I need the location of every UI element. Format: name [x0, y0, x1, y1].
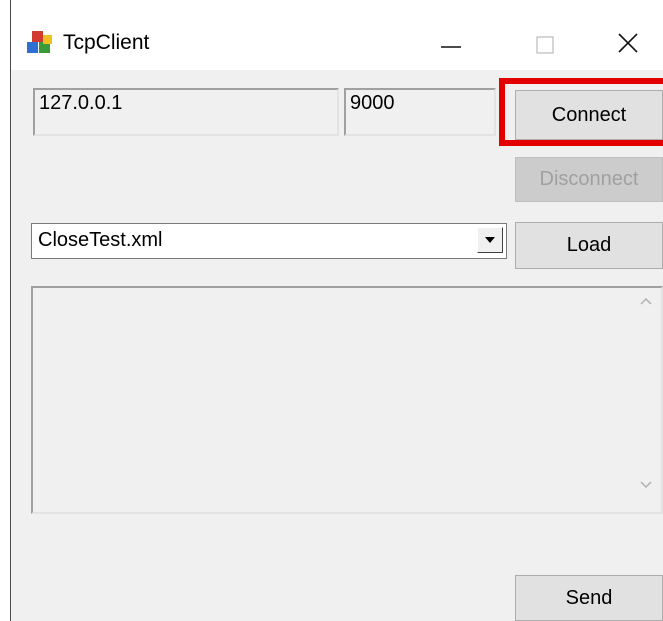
chevron-down-icon	[640, 481, 652, 489]
ip-address-field[interactable]: 127.0.0.1	[33, 88, 339, 136]
load-button-label: Load	[566, 234, 612, 256]
maximize-button[interactable]	[516, 16, 576, 70]
send-button[interactable]: Send	[515, 575, 663, 621]
scroll-down-button[interactable]	[631, 480, 661, 504]
close-button[interactable]	[598, 16, 658, 70]
file-select[interactable]: CloseTest.xml	[31, 223, 507, 259]
window-title: TcpClient	[63, 31, 150, 54]
disconnect-button[interactable]: Disconnect	[515, 157, 663, 202]
dropdown-arrow-button[interactable]	[477, 227, 503, 253]
chevron-down-icon	[485, 237, 495, 243]
vertical-scrollbar[interactable]	[631, 288, 661, 512]
minimize-icon	[441, 46, 461, 48]
port-field[interactable]: 9000	[344, 88, 496, 136]
message-textarea[interactable]	[31, 286, 663, 514]
application-icon	[25, 30, 55, 56]
chevron-up-icon	[640, 297, 652, 305]
file-select-value: CloseTest.xml	[38, 229, 163, 251]
minimize-button[interactable]	[421, 16, 481, 70]
maximize-icon	[536, 36, 554, 54]
highlight-box	[499, 78, 663, 146]
close-icon	[618, 33, 638, 53]
scroll-up-button[interactable]	[631, 296, 661, 320]
disconnect-button-label: Disconnect	[539, 168, 639, 190]
title-bar[interactable]: TcpClient	[11, 0, 663, 70]
tcp-client-window: TcpClient 127.0.0.1 9000 Connect Disconn…	[10, 0, 663, 621]
load-button[interactable]: Load	[515, 222, 663, 269]
send-button-label: Send	[565, 586, 613, 609]
